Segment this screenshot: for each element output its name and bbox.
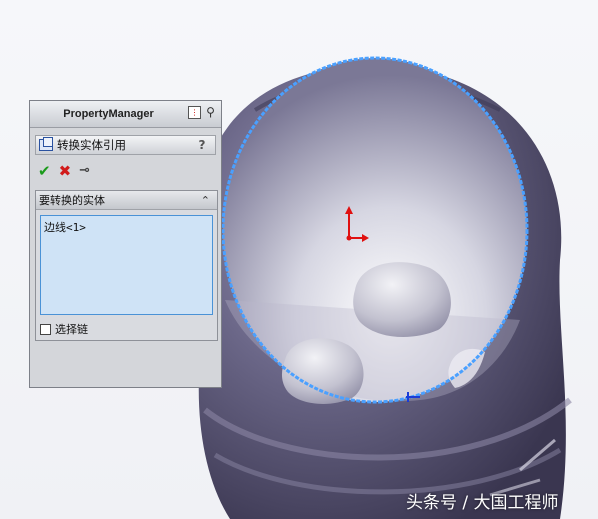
selection-list[interactable]: 边线<1> [40,215,213,315]
header-tools: ⋮ ⚲ [188,106,217,119]
property-manager-header: PropertyManager ⋮ ⚲ [30,101,221,128]
group-title: 要转换的实体 [39,194,105,207]
list-item[interactable]: 边线<1> [44,219,86,235]
property-manager-panel: PropertyManager ⋮ ⚲ 转换实体引用 ? ✔ ✖ ⊸ 要转换的实… [29,100,222,388]
watermark-text: 头条号 / 大国工程师 [406,493,559,513]
feature-title-bar: 转换实体引用 ? [35,135,216,155]
pin-icon[interactable]: ⚲ [204,106,217,119]
select-chain-option[interactable]: 选择链 [40,321,88,337]
collapse-icon[interactable]: ⌃ [201,194,210,207]
pushpin-icon[interactable]: ⊸ [79,163,90,179]
action-buttons: ✔ ✖ ⊸ [38,163,90,179]
help-icon[interactable]: ? [195,138,209,152]
entities-to-convert-group: 要转换的实体 ⌃ 边线<1> 选择链 [35,190,218,341]
cancel-x-icon[interactable]: ✖ [59,163,72,179]
select-chain-label: 选择链 [55,323,88,336]
group-header[interactable]: 要转换的实体 ⌃ [36,191,217,210]
panel-options-icon[interactable]: ⋮ [188,106,201,119]
feature-convert-entities-icon [39,137,53,151]
select-chain-checkbox[interactable] [40,323,51,335]
property-manager-title: PropertyManager [63,108,154,120]
feature-title: 转换实体引用 [57,138,126,152]
ok-check-icon[interactable]: ✔ [38,163,51,179]
